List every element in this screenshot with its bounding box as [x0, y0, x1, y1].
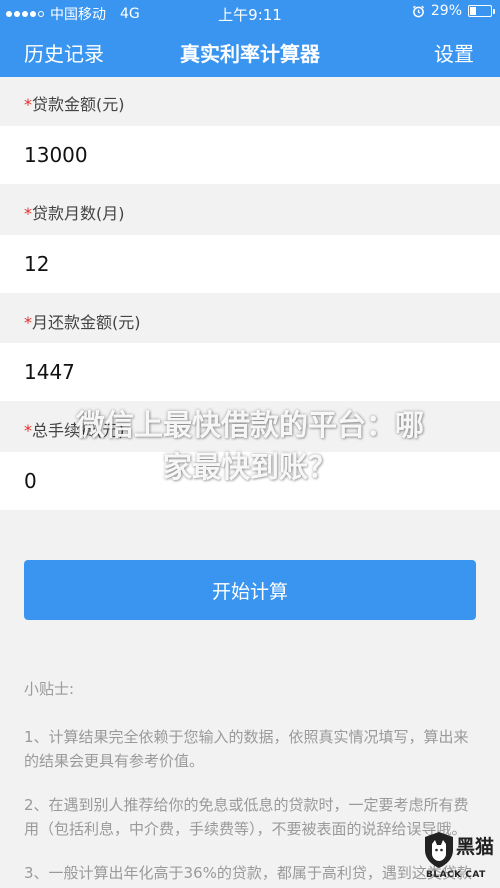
history-button[interactable]: 历史记录 — [24, 38, 104, 67]
loan-months-input[interactable] — [0, 235, 500, 293]
nav-bar: 历史记录 真实利率计算器 设置 — [0, 25, 500, 77]
required-marker: * — [24, 313, 32, 332]
loan-months-label-text: 贷款月数(月) — [32, 204, 125, 223]
tips-section: 小贴士: 1、计算结果完全依赖于您输入的数据，依照真实情况填写，算出来的结果会更… — [24, 678, 476, 888]
cat-shield-icon — [425, 832, 453, 868]
battery-icon — [468, 5, 495, 17]
loan-amount-label: *贷款金额(元) — [24, 91, 125, 115]
required-marker: * — [24, 204, 32, 223]
total-fee-label: *总手续费(元) — [24, 417, 125, 441]
tip-item: 3、一般计算出年化高于36%的贷款，都属于高利贷，遇到这类贷款时，一定要谨慎对待… — [24, 864, 472, 882]
tip-item: 1、计算结果完全依赖于您输入的数据，依照真实情况填写，算出来的结果会更具有参考价… — [24, 728, 469, 770]
total-fee-input[interactable] — [0, 452, 500, 510]
alarm-icon — [412, 5, 424, 17]
settings-button[interactable]: 设置 — [434, 38, 474, 67]
battery-percent: 29% — [430, 3, 462, 19]
tips-title: 小贴士: — [24, 680, 75, 698]
loan-amount-label-text: 贷款金额(元) — [32, 95, 125, 114]
tip-item: 2、在遇到别人推荐给你的免息或低息的贷款时，一定要考虑所有费用（包括利息，中介费… — [24, 796, 469, 838]
logo-subtitle: BLACK CAT — [426, 870, 486, 880]
start-calculation-button[interactable]: 开始计算 — [24, 560, 476, 620]
loan-months-label: *贷款月数(月) — [24, 200, 125, 224]
monthly-payment-input[interactable] — [0, 343, 500, 401]
black-cat-logo: 黑猫 BLACK CAT — [422, 826, 500, 888]
loan-amount-input[interactable] — [0, 126, 500, 184]
monthly-payment-label-text: 月还款金额(元) — [32, 313, 141, 332]
monthly-payment-label: *月还款金额(元) — [24, 309, 141, 333]
total-fee-label-text: 总手续费(元) — [32, 421, 125, 440]
required-marker: * — [24, 95, 32, 114]
required-marker: * — [24, 421, 32, 440]
logo-name: 黑猫 — [456, 836, 495, 858]
status-bar: 中国移动 4G 上午9:11 29% — [0, 0, 500, 25]
status-right: 29% — [412, 3, 495, 19]
